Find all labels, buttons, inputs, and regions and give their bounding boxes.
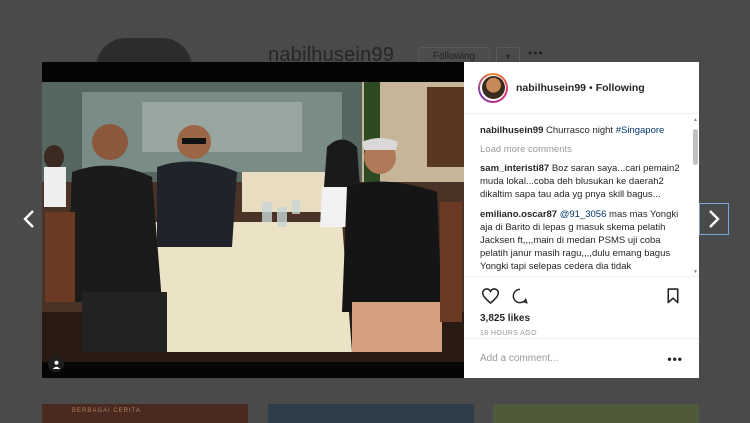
comment-username-link[interactable]: emiliano.oscar87	[480, 209, 557, 220]
comment-item: emiliano.oscar87 @91_3056 mas mas Yongki…	[480, 208, 687, 273]
following-button[interactable]: Following	[596, 82, 645, 94]
save-button[interactable]	[663, 286, 683, 306]
comment-button[interactable]	[510, 286, 530, 306]
comments-scrollbar[interactable]: ▲ ▼	[692, 117, 698, 275]
add-comment-input[interactable]	[480, 353, 668, 364]
caption: nabilhusein99 Churrasco night #Singapore	[480, 124, 687, 137]
post-actions: 3,825 likes 18 HOURS AGO	[464, 276, 699, 337]
like-button[interactable]	[480, 286, 500, 306]
mention-link[interactable]: @91_3056	[560, 209, 607, 220]
likes-count[interactable]: 3,825 likes	[480, 313, 683, 324]
restaurant-photo-image	[42, 62, 464, 378]
post-header: nabilhusein99 • Following	[464, 62, 699, 114]
post-photo[interactable]	[42, 62, 464, 378]
chevron-right-icon	[709, 210, 720, 228]
more-options-icon[interactable]: •••	[667, 352, 683, 366]
background-thumbnail	[493, 404, 699, 423]
scroll-down-icon[interactable]: ▼	[692, 269, 699, 275]
previous-post-button[interactable]	[14, 203, 44, 235]
background-more-icon: •••	[528, 46, 544, 60]
caption-username-link[interactable]: nabilhusein99	[480, 125, 543, 136]
scroll-up-icon[interactable]: ▲	[692, 117, 699, 123]
avatar-image	[481, 76, 505, 99]
post-details-panel: nabilhusein99 • Following nabilhusein99 …	[464, 62, 699, 378]
load-more-comments-link[interactable]: Load more comments	[480, 144, 687, 155]
tagged-user-icon[interactable]	[48, 356, 64, 372]
header-username-link[interactable]: nabilhusein99	[516, 82, 586, 94]
comment-bubble-icon	[512, 288, 528, 304]
comment-username-link[interactable]: sam_interisti87	[480, 163, 549, 174]
avatar[interactable]	[478, 72, 508, 103]
caption-text: Churrasco night #Singapore	[546, 125, 665, 136]
comments-list[interactable]: nabilhusein99 Churrasco night #Singapore…	[464, 114, 699, 274]
background-thumbnail	[268, 404, 474, 423]
post-modal: nabilhusein99 • Following nabilhusein99 …	[42, 62, 699, 378]
scrollbar-thumb[interactable]	[693, 129, 698, 165]
comment-item: sam_interisti87 Boz saran saya...cari pe…	[480, 162, 687, 201]
post-timestamp[interactable]: 18 HOURS AGO	[480, 330, 683, 337]
background-thumbnail-text: BERBAGAI CERITA	[72, 408, 141, 414]
heart-icon	[481, 288, 499, 304]
next-post-button[interactable]	[699, 203, 729, 235]
background-thumbnail: BERBAGAI CERITA	[42, 404, 248, 423]
chevron-left-icon	[23, 210, 34, 228]
header-separator: •	[589, 81, 593, 94]
add-comment-section: •••	[464, 338, 699, 378]
bookmark-icon	[667, 288, 679, 304]
hashtag-link[interactable]: #Singapore	[616, 125, 665, 136]
